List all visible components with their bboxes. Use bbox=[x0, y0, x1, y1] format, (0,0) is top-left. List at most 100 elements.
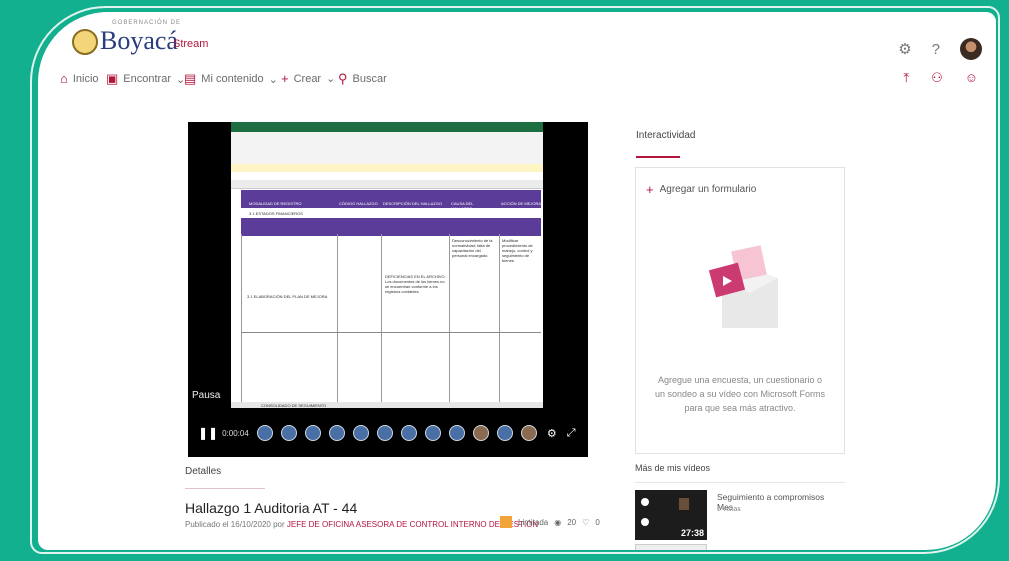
excel-info-bar bbox=[231, 164, 543, 172]
cause-text: Desconocimiento de la normatividad; falt… bbox=[452, 238, 493, 258]
related-video-thumbnail[interactable]: 27:38 bbox=[635, 490, 707, 540]
home-icon: ⌂ bbox=[60, 71, 68, 86]
participant-avatar bbox=[448, 425, 465, 441]
nav-encontrar[interactable]: ▣ Encontrar ⌄ bbox=[106, 71, 185, 87]
tab-underline bbox=[636, 156, 680, 158]
sheet-body: 3.1 ELABORACIÓN DEL PLAN DE MEJORA DEFIC… bbox=[241, 234, 541, 402]
nav-crear[interactable]: + Crear ⌄ bbox=[281, 71, 335, 86]
related-video-thumbnail[interactable] bbox=[635, 544, 707, 550]
settings-icon[interactable]: ⚙ bbox=[547, 427, 557, 440]
details-divider bbox=[185, 488, 265, 489]
excel-column-headers bbox=[231, 180, 543, 189]
help-icon[interactable]: ? bbox=[932, 41, 940, 58]
search-icon: ⚲ bbox=[338, 71, 348, 86]
participant-avatar bbox=[496, 425, 513, 441]
nav-label: Mi contenido bbox=[201, 73, 264, 85]
header-col-2: CÓDIGO HALLAZGO bbox=[339, 201, 378, 206]
interactivity-title[interactable]: Interactividad bbox=[636, 130, 695, 141]
eye-icon: ◉ bbox=[554, 517, 562, 527]
participant-icon bbox=[641, 498, 649, 506]
row1-text: 3.1 ESTADOS FINANCIEROS bbox=[249, 211, 303, 216]
nav-label: Inicio bbox=[72, 72, 99, 85]
nav-label: Buscar bbox=[352, 73, 387, 85]
pause-icon[interactable]: ❚❚ bbox=[198, 426, 218, 440]
participant-avatar bbox=[256, 425, 273, 441]
video-title: Hallazgo 1 Auditoria AT - 44 bbox=[185, 500, 358, 516]
like-count: 0 bbox=[595, 517, 600, 527]
desc-text: DEFICIENCIAS EN EL ARCHIVO. Los document… bbox=[385, 274, 446, 294]
nav-buscar[interactable]: ⚲ Buscar bbox=[338, 71, 387, 87]
published-label: Publicado el 16/10/2020 por bbox=[185, 520, 285, 529]
interactivity-description: Agregue una encuesta, un cuestionario o … bbox=[654, 375, 826, 413]
add-form-button[interactable]: + Agregar un formulario bbox=[646, 182, 756, 197]
lock-icon bbox=[500, 516, 512, 528]
fullscreen-icon[interactable]: ⤢ bbox=[567, 427, 576, 440]
interactivity-panel: + Agregar un formulario Agregue una encu… bbox=[635, 167, 845, 454]
participant-avatar bbox=[520, 425, 537, 441]
more-videos-title: Más de mis vídeos bbox=[635, 463, 711, 473]
grid-line bbox=[499, 234, 500, 402]
nav-label: Encontrar bbox=[123, 73, 171, 85]
nav-label: Crear bbox=[293, 72, 322, 85]
time-display: 0:00:04 bbox=[222, 428, 249, 438]
tab-details[interactable]: Detalles bbox=[185, 466, 221, 477]
video-player[interactable]: MODALIDAD DE REGISTRO CÓDIGO HALLAZGO DE… bbox=[188, 122, 588, 457]
header-col-5: ACCIÓN DE MEJORA bbox=[501, 201, 541, 206]
plus-icon: + bbox=[646, 182, 654, 197]
pause-tooltip: Pausa bbox=[192, 390, 221, 401]
video-meta: Publicado el 16/10/2020 por JEFE DE OFIC… bbox=[185, 520, 538, 529]
participant-photo bbox=[679, 498, 689, 510]
app-name[interactable]: Stream bbox=[173, 38, 208, 50]
video-duration: 27:38 bbox=[680, 528, 704, 538]
boyaca-seal-icon bbox=[72, 29, 98, 55]
action-text: Modificar procedimiento de manejo, contr… bbox=[502, 238, 533, 263]
grid-line bbox=[449, 234, 450, 402]
logo-text[interactable]: Boyacá bbox=[100, 26, 178, 56]
discover-icon: ▣ bbox=[106, 71, 119, 86]
chevron-down-icon: ⌄ bbox=[268, 73, 278, 86]
video-stats: Limitada ◉ 20 ♡ 0 bbox=[500, 516, 600, 528]
participant-avatar bbox=[328, 425, 345, 441]
related-video-views: 0 vistas bbox=[717, 506, 741, 513]
nav-inicio[interactable]: ⌂ Inicio bbox=[60, 71, 99, 86]
video-frame-spreadsheet: MODALIDAD DE REGISTRO CÓDIGO HALLAZGO DE… bbox=[231, 122, 543, 408]
player-controls: ❚❚ 0:00:04 ⚙ ⤢ bbox=[188, 420, 588, 446]
content-icon: ▤ bbox=[184, 71, 197, 86]
participant-avatar bbox=[376, 425, 393, 441]
participant-icon bbox=[641, 518, 649, 526]
feedback-icon[interactable]: ☺ bbox=[965, 70, 978, 86]
upload-icon[interactable]: ⤒ bbox=[903, 70, 909, 86]
grid-line bbox=[381, 234, 382, 402]
nav-bar: ⌂ Inicio ▣ Encontrar ⌄ ▤ Mi contenido ⌄ … bbox=[38, 68, 996, 90]
excel-ribbon bbox=[231, 132, 543, 165]
plus-icon: + bbox=[281, 71, 289, 86]
row-divider bbox=[241, 332, 541, 333]
participant-avatar bbox=[304, 425, 321, 441]
grid-line bbox=[241, 234, 242, 402]
nav-right-actions: ⤒ ⚇ ☺ bbox=[903, 70, 978, 86]
participant-avatar bbox=[400, 425, 417, 441]
participant-avatar bbox=[472, 425, 489, 441]
app-header: GOBERNACIÓN DE Boyacá Stream ⚙ ? bbox=[38, 12, 996, 64]
add-form-label: Agregar un formulario bbox=[659, 184, 757, 195]
chevron-down-icon: ⌄ bbox=[326, 73, 336, 85]
row-label: 3.1 ELABORACIÓN DEL PLAN DE MEJORA bbox=[247, 294, 328, 299]
more-divider bbox=[635, 482, 845, 483]
header-actions: ⚙ ? bbox=[898, 38, 982, 60]
excel-titlebar bbox=[231, 122, 543, 132]
participant-avatar bbox=[424, 425, 441, 441]
grid-line bbox=[337, 234, 338, 402]
sheet-tab[interactable]: CONSOLIDADO DE SEGUIMIENTO bbox=[261, 403, 381, 408]
participant-avatar bbox=[280, 425, 297, 441]
heart-icon[interactable]: ♡ bbox=[582, 518, 589, 527]
nav-mi-contenido[interactable]: ▤ Mi contenido ⌄ bbox=[184, 71, 278, 87]
visibility-label: Limitada bbox=[518, 517, 549, 527]
header-col-1: MODALIDAD DE REGISTRO bbox=[249, 201, 302, 206]
header-col-3: DESCRIPCIÓN DEL HALLAZGO bbox=[383, 201, 442, 206]
people-icon[interactable]: ⚇ bbox=[931, 70, 943, 86]
sheet-tab-bar: CONSOLIDADO DE SEGUIMIENTO bbox=[231, 402, 543, 408]
avatar[interactable] bbox=[960, 38, 982, 60]
gear-icon[interactable]: ⚙ bbox=[898, 40, 911, 58]
forms-illustration bbox=[708, 245, 778, 328]
participant-avatar bbox=[352, 425, 369, 441]
